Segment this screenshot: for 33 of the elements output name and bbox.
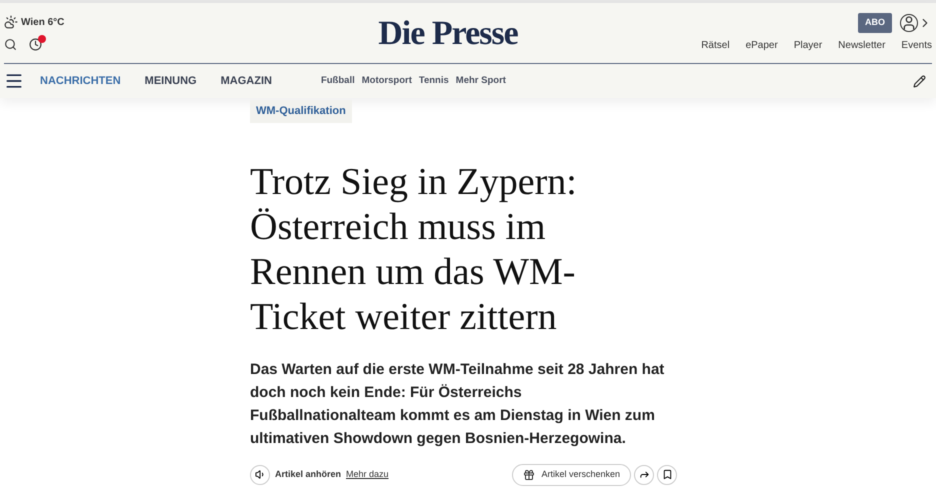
edit-icon[interactable] (913, 74, 926, 88)
category-tag[interactable]: WM-Qualifikation (250, 100, 352, 122)
more-link[interactable]: Mehr dazu (346, 468, 389, 482)
listen-button[interactable] (250, 464, 270, 484)
top-link[interactable]: Newsletter (838, 38, 886, 53)
top-link[interactable]: Rätsel (701, 38, 730, 53)
sub-nav-link[interactable]: Motorsport (362, 74, 412, 88)
top-link[interactable]: Player (794, 38, 822, 53)
weather-text: Wien 6°C (21, 16, 64, 30)
weather-icon (4, 15, 18, 29)
bookmark-icon (662, 469, 672, 480)
share-icon (638, 469, 650, 480)
bookmark-button[interactable] (657, 464, 677, 484)
gift-button[interactable]: Artikel verschenken (512, 464, 631, 486)
top-link[interactable]: ePaper (746, 38, 778, 53)
history-button[interactable] (29, 38, 43, 52)
subscribe-button[interactable]: ABO (858, 13, 892, 33)
search-icon[interactable] (4, 38, 17, 51)
sub-nav-link[interactable]: Mehr Sport (456, 74, 506, 88)
speaker-icon (254, 469, 266, 480)
article-headline: Trotz Sieg in Zypern: Österreich muss im Rennen um das WM-Ticket weiter zittern (250, 160, 578, 340)
share-button[interactable] (634, 464, 654, 484)
gift-icon (523, 468, 536, 480)
sub-nav-link[interactable]: Tennis (418, 74, 449, 88)
listen-label: Artikel anhören (275, 468, 342, 481)
article-lead: Das Warten auf die erste WM-Teilnahme seit 28 Jahren hat doch noch kein Ende: Für Österreichs Fußballnationalteam kommt es am Dienstag in Wien zum ultimativen Showdown gegen Bosnien-Herzegowina. (250, 360, 665, 448)
account-icon[interactable] (900, 14, 918, 32)
site-logo[interactable]: Die Presse (378, 8, 518, 58)
nav-tab[interactable]: MEINUNG (144, 72, 197, 90)
sub-nav-link[interactable]: Fußball (320, 74, 355, 88)
top-link[interactable]: Events (901, 38, 932, 53)
nav-tab[interactable]: NACHRICHTEN (40, 72, 121, 90)
nav-tab[interactable]: MAGAZIN (220, 72, 272, 90)
